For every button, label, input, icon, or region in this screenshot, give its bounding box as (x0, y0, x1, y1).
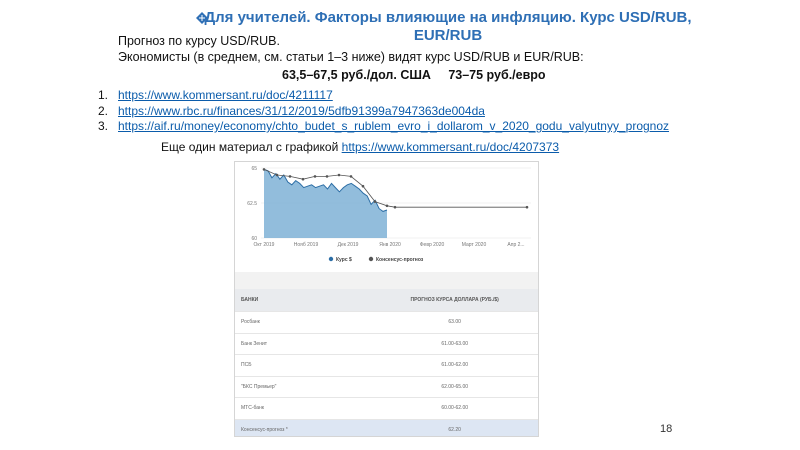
section-divider (235, 272, 538, 289)
column-header-banks: БАНКИ (235, 289, 372, 312)
legend-marker-usd (328, 256, 334, 262)
table-row: МТС-банк 60.00-62.00 (235, 397, 538, 419)
table-row-consensus: Консенсус-прогноз * 62.20 (235, 418, 538, 436)
legend-marker-consensus (368, 256, 374, 262)
legend-label-consensus: Консенсус-прогноз (376, 257, 424, 263)
intro-line-2: Экономисты (в среднем, см. статьи 1–3 ни… (118, 50, 584, 64)
consensus-point (349, 175, 353, 178)
consensus-point (337, 173, 341, 177)
intro-text: Прогноз по курсу USD/RUB. Экономисты (в … (118, 33, 584, 65)
title-line-1: Для учителей. Факторы влияющие на инфляц… (204, 9, 692, 26)
x-tick-label: Февр 2020 (420, 242, 445, 248)
bank-forecast: 62.20 (371, 418, 538, 436)
consensus-point (373, 200, 377, 203)
x-tick-label: Янв 2020 (379, 242, 401, 248)
bank-name: Консенсус-прогноз * (235, 418, 372, 436)
y-tick-label: 65 (251, 166, 257, 172)
bank-name: Росбанк (235, 311, 372, 333)
y-tick-label: 62.5 (247, 201, 257, 207)
x-tick-label: Нояб 2019 (294, 242, 319, 248)
diamond-bullet-icon (196, 12, 208, 24)
list-number: 3. (98, 119, 109, 133)
x-tick-label: Дек 2019 (338, 242, 359, 248)
bank-forecast: 61.00-62.00 (371, 354, 538, 376)
bank-forecast: 62.00-65.00 (371, 375, 538, 398)
table-row: Банк Зенит 61.00-63.00 (235, 332, 538, 355)
x-tick-label: Окт 2019 (254, 242, 275, 248)
x-tick-label: Март 2020 (462, 242, 487, 248)
bank-name: ПСБ (235, 354, 372, 376)
source-link-1[interactable]: https://www.kommersant.ru/doc/4211117 (118, 88, 333, 102)
bank-forecast: 61.00-63.00 (371, 332, 538, 355)
consensus-point (288, 175, 292, 178)
source-link-3[interactable]: https://aif.ru/money/economy/chto_budet_… (118, 119, 669, 133)
bank-forecast-table: БАНКИ ПРОГНОЗ КУРСА ДОЛЛАРА (РУБ./$) Рос… (235, 289, 538, 436)
forecast-values: 63,5–67,5 руб./дол. США 73–75 руб./евро (282, 68, 546, 82)
consensus-point (275, 173, 279, 177)
source-link-2[interactable]: https://www.rbc.ru/finances/31/12/2019/5… (118, 104, 485, 118)
list-number: 1. (98, 88, 109, 102)
x-tick-label: Апр 2... (507, 242, 524, 248)
extra-link[interactable]: https://www.kommersant.ru/doc/4207373 (342, 140, 559, 154)
list-item: 3. https://aif.ru/money/economy/chto_bude… (98, 119, 669, 135)
extra-material: Еще один материал с графикой https://www… (161, 140, 559, 154)
forecast-eur: 73–75 руб./евро (448, 68, 546, 82)
bank-name: Банк Зенит (235, 332, 372, 355)
extra-text: Еще один материал с графикой (161, 140, 342, 154)
consensus-point (385, 204, 389, 208)
source-links-list: 1. https://www.kommersant.ru/doc/4211117 … (98, 88, 669, 135)
page-number: 18 (660, 423, 673, 435)
table-row: "БКС Премьер" 62.00-65.00 (235, 375, 538, 398)
legend-label-usd: Курс $ (336, 257, 352, 263)
consensus-point (325, 175, 329, 178)
column-header-forecast: ПРОГНОЗ КУРСА ДОЛЛАРА (РУБ./$) (371, 289, 538, 312)
list-number: 2. (98, 103, 109, 118)
embedded-screenshot: 65 62.5 60 Окт 2019 Нояб 2019 Дек 2019 Янв 202… (234, 161, 539, 437)
bank-forecast: 60.00-62.00 (371, 397, 538, 419)
consensus-point (313, 175, 317, 178)
bank-forecast: 63.00 (371, 311, 538, 333)
exchange-rate-chart: 6562.560Окт 2019 Нояб 2019 Дек 2019 Янв 202… (247, 166, 531, 263)
consensus-point (262, 168, 266, 171)
bank-name: МТС-банк (235, 397, 372, 419)
series-area-usd (264, 169, 387, 238)
list-item: 2. https://www.rbc.ru/finances/31/12/2019… (98, 104, 669, 120)
list-item: 1. https://www.kommersant.ru/doc/4211117 (98, 88, 669, 104)
consensus-point (393, 205, 397, 209)
table-row: ПСБ 61.00-62.00 (235, 354, 538, 376)
consensus-point (525, 205, 529, 209)
consensus-point (301, 177, 305, 181)
table-row: Росбанк 63.00 (235, 311, 538, 333)
consensus-point (361, 184, 365, 188)
forecast-usd: 63,5–67,5 руб./дол. США (282, 68, 431, 82)
intro-line-1: Прогноз по курсу USD/RUB. (118, 34, 280, 48)
table-header-row: БАНКИ ПРОГНОЗ КУРСА ДОЛЛАРА (РУБ./$) (235, 289, 538, 312)
bank-name: "БКС Премьер" (235, 375, 372, 398)
